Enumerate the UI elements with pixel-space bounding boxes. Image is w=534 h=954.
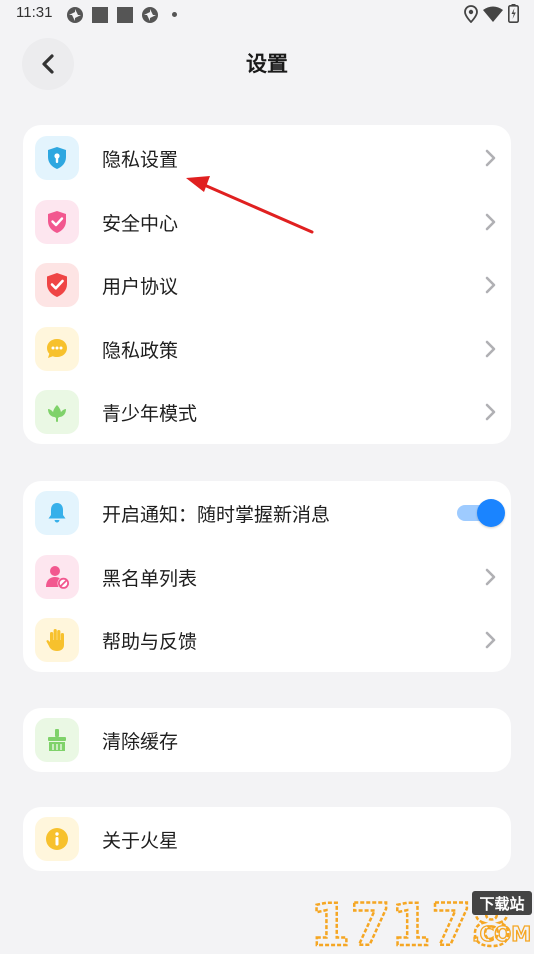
notifications-toggle[interactable] [455,498,505,528]
icon-container [35,618,79,662]
settings-item-label: 关于火星 [102,830,179,852]
toggle-knob [477,499,505,527]
settings-item-label: 清除缓存 [102,731,179,753]
icon-container [35,390,79,434]
sprout-icon [48,405,66,422]
square-icon [92,7,108,23]
chevron-right-icon [485,568,496,586]
icon-container [35,491,79,535]
bell-icon [48,503,66,523]
chat-bubble-icon [47,339,67,358]
icon-container [35,136,79,180]
settings-item-clear-cache[interactable]: 清除缓存 [23,708,511,772]
site-watermark: 17178 下载站 .COM [309,890,532,954]
nav-header: 设置 [0,28,534,98]
icon-container [35,718,79,762]
location-icon [464,5,478,23]
check-shield-icon [48,211,66,233]
settings-item-notifications[interactable]: 开启通知：随时掌握新消息 [23,481,511,545]
status-time: 11:31 [16,4,53,21]
settings-item-about[interactable]: 关于火星 [23,807,511,871]
settings-item-label: 隐私政策 [102,340,179,362]
info-icon [46,828,68,850]
settings-item-label: 黑名单列表 [102,568,198,590]
user-block-icon [46,566,69,589]
chevron-right-icon [485,149,496,167]
wifi-icon [483,6,503,22]
lock-shield-icon [48,147,66,169]
pinwheel-icon [67,7,83,23]
chevron-right-icon [485,403,496,421]
dot-icon [172,12,177,17]
settings-item-teen-mode[interactable]: 青少年模式 [23,380,511,444]
settings-item-label: 帮助与反馈 [102,631,198,653]
icon-container [35,555,79,599]
watermark-logo: 17178 下载站 .COM [308,885,534,954]
svg-text:下载站: 下载站 [479,895,524,913]
settings-item-privacy-policy[interactable]: 隐私政策 [23,317,511,381]
icon-container [35,200,79,244]
settings-item-label: 安全中心 [102,213,179,235]
chevron-right-icon [485,213,496,231]
broom-icon [48,729,66,751]
square-icon [117,7,133,23]
annotation-arrow [186,176,314,234]
settings-group-about: 关于火星 [23,807,511,871]
settings-item-label: 青少年模式 [102,403,198,425]
icon-container [35,263,79,307]
icon-container [35,327,79,371]
settings-item-label: 用户协议 [102,276,179,298]
status-bar: 11:31 [0,0,534,28]
page-title: 设置 [246,52,288,76]
icon-container [35,817,79,861]
settings-item-label: 开启通知：随时掌握新消息 [102,504,331,526]
battery-icon [508,4,519,23]
chevron-right-icon [485,631,496,649]
pinwheel-icon [142,7,158,23]
chevron-right-icon [485,340,496,358]
settings-group-notifications: 开启通知：随时掌握新消息 黑名单列表 帮助与反馈 [23,481,511,672]
check-shield-icon [47,273,67,297]
settings-item-help-feedback[interactable]: 帮助与反馈 [23,608,511,672]
settings-item-user-agreement[interactable]: 用户协议 [23,253,511,317]
svg-text:.COM: .COM [472,922,531,946]
hand-icon [46,629,64,651]
chevron-right-icon [485,276,496,294]
settings-item-label: 隐私设置 [102,149,179,171]
settings-item-blacklist[interactable]: 黑名单列表 [23,545,511,609]
settings-group-cache: 清除缓存 [23,708,511,772]
